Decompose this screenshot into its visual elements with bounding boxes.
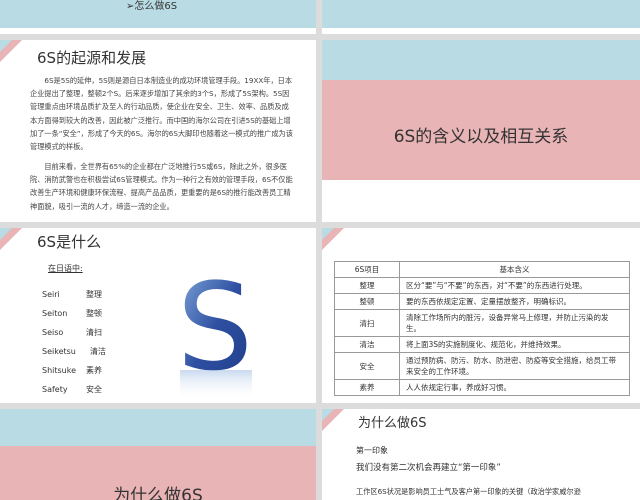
corner-triangle-blue (0, 228, 12, 240)
term-japanese: Seiso (42, 328, 64, 337)
term-chinese: 整顿 (86, 309, 102, 318)
term-row: Shitsuke 素养 (42, 365, 102, 376)
table-header: 基本含义 (399, 261, 630, 278)
table-header: 6S项目 (334, 261, 400, 278)
slide-blue-band (0, 409, 316, 446)
slide-title: 为什么做6S (113, 486, 203, 500)
slide-thumbnail-table[interactable]: 6S项目 基本含义 整理 区分“要”与“不要”的东西，对“不要”的东西进行处理。 … (322, 228, 640, 403)
table-cell-item: 清扫 (334, 309, 400, 337)
term-japanese: Seiketsu (42, 347, 76, 356)
term-row: Seiton 整顿 (42, 308, 102, 319)
term-japanese: Seiri (42, 290, 60, 299)
slide-thumbnail-origin[interactable]: 6S的起源和发展 6S是5S的延伸，5S则是源自日本制造业的成功环境管理手段。1… (0, 40, 316, 222)
corner-triangle-blue (322, 228, 334, 240)
table-cell-meaning: 清除工作场所内的脏污，设备异常马上修理，并防止污染的发生。 (399, 309, 630, 337)
corner-triangle-blue (0, 40, 12, 52)
table-row: 安全 通过预防病、防污、防水、防泄密、防疫等安全措施，给员工带来安全的工作环境。 (334, 352, 630, 380)
table-cell-item: 清洁 (334, 336, 400, 353)
term-chinese: 安全 (86, 385, 102, 394)
table-row: 整顿 要的东西依规定定置、定量摆放整齐，明确标识。 (334, 293, 630, 310)
term-japanese: Shitsuke (42, 366, 77, 375)
term-row: Safety 安全 (42, 384, 102, 395)
section-subtitle: 第一印象 (356, 446, 388, 455)
table-row: 清洁 将上面3S的实施制度化、规范化，并维持效果。 (334, 336, 630, 353)
term-chinese: 素养 (86, 366, 102, 375)
slide-blue-band (322, 40, 640, 80)
table-row: 清扫 清除工作场所内的脏污，设备异常马上修理，并防止污染的发生。 (334, 309, 630, 337)
term-row: Seiri 整理 (42, 289, 102, 300)
table-header-row: 6S项目 基本含义 (334, 261, 630, 278)
paragraph-current: 目前来看，全世界有65%的企业都在广泛地推行5S或6S，除此之外，很多医院、消防… (30, 162, 293, 211)
table-row: 素养 人人依规定行事，养成好习惯。 (334, 379, 630, 396)
big-s-logo: S (177, 266, 253, 400)
slide-thumbnail-how[interactable]: ➢怎么做6S (0, 0, 316, 34)
term-chinese: 清扫 (86, 328, 102, 337)
term-row: Seiketsu 清洁 (42, 346, 106, 357)
table-cell-meaning: 人人依规定行事，养成好习惯。 (399, 379, 630, 396)
table-cell-item: 素养 (334, 379, 400, 396)
slide-bullet-text: ➢怎么做6S (126, 1, 178, 12)
slide-thumbnail-why-cover[interactable]: 为什么做6S (0, 409, 316, 500)
term-row: Seiso 清扫 (42, 327, 102, 338)
paragraph-history: 6S是5S的延伸，5S则是源自日本制造业的成功环境管理手段。19XX年，日本企业… (30, 76, 293, 152)
table-cell-meaning: 将上面3S的实施制度化、规范化，并维持效果。 (399, 336, 630, 353)
slide-thumbnail-meaning[interactable]: 6S的含义以及相互关系 (322, 40, 640, 222)
table-cell-item: 整理 (334, 277, 400, 294)
table-cell-meaning: 要的东西依规定定置、定量摆放整齐，明确标识。 (399, 293, 630, 310)
text-line: 工作区6S状况是影响员工士气及客户第一印象的关键（政治学家威尔逊 (356, 487, 581, 496)
table-cell-item: 安全 (334, 352, 400, 380)
corner-triangle-blue (322, 409, 334, 421)
slide-thumbnail-blank[interactable] (322, 0, 640, 34)
table-cell-item: 整顿 (334, 293, 400, 310)
6s-table: 6S项目 基本含义 整理 区分“要”与“不要”的东西，对“不要”的东西进行处理。 … (334, 261, 630, 396)
slide-title: 6S是什么 (37, 233, 102, 251)
table-row: 整理 区分“要”与“不要”的东西，对“不要”的东西进行处理。 (334, 277, 630, 294)
slide-title: 6S的含义以及相互关系 (393, 127, 569, 147)
term-chinese: 清洁 (90, 347, 106, 356)
slide-thumbnail-why-content[interactable]: 为什么做6S 第一印象 我们没有第二次机会再建立“第一印象” 工作区6S状况是影… (322, 409, 640, 500)
text-line: 我们没有第二次机会再建立“第一印象” (356, 463, 501, 473)
slide-blue-band (322, 0, 640, 28)
table-cell-meaning: 区分“要”与“不要”的东西，对“不要”的东西进行处理。 (399, 277, 630, 294)
japanese-subtitle: 在日语中: (48, 264, 83, 273)
table-cell-meaning: 通过预防病、防污、防水、防泄密、防疫等安全措施，给员工带来安全的工作环境。 (399, 352, 630, 380)
term-japanese: Safety (42, 385, 68, 394)
term-japanese: Seiton (42, 309, 68, 318)
term-chinese: 整理 (86, 290, 102, 299)
slide-title: 6S的起源和发展 (37, 49, 147, 67)
slide-thumbnail-what[interactable]: 6S是什么 在日语中: Seiri 整理 Seiton 整顿 Seiso 清扫 Sei… (0, 228, 316, 403)
slide-title: 为什么做6S (358, 416, 427, 431)
